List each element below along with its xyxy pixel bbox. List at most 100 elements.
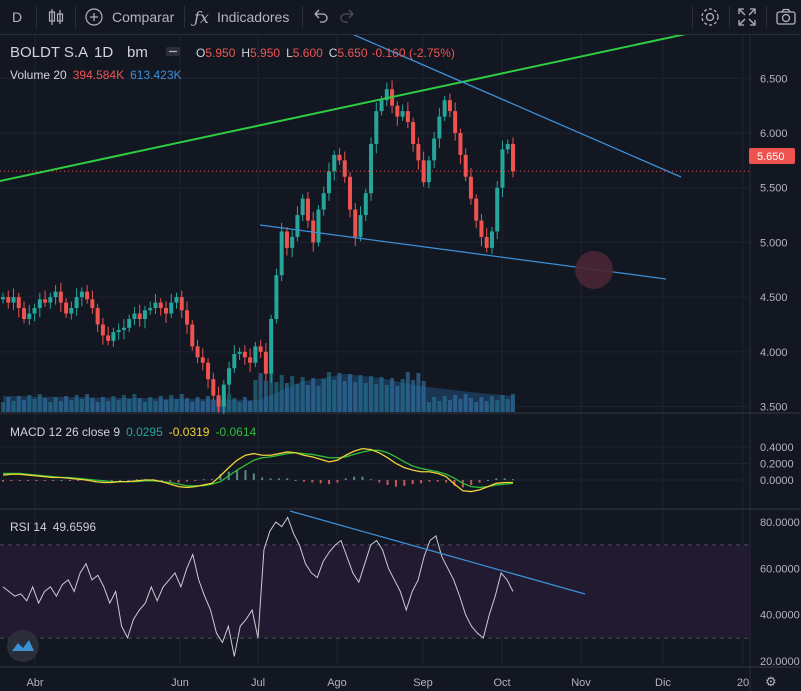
rsi-tick-label: 20.0000 <box>760 656 800 668</box>
candle-body <box>284 231 289 248</box>
legend-ohlc: O5.950 H5.950 L5.600 C5.650 -0.160 (-2.75%) <box>196 46 455 60</box>
tradingview-logo[interactable] <box>7 630 39 662</box>
candle-body <box>158 302 163 309</box>
settings-button[interactable] <box>699 0 721 34</box>
macd-histogram-bar <box>194 480 197 481</box>
candle-body <box>374 111 379 144</box>
candle-body <box>263 351 268 374</box>
macd-histogram-bar <box>60 480 63 481</box>
candle-body <box>163 308 168 314</box>
price-tag-text: 5.650 <box>757 151 785 163</box>
candle-body <box>437 116 442 139</box>
candle-body <box>342 160 347 177</box>
candle-body <box>463 154 468 177</box>
indicators-button[interactable]: ƒx Indicadores <box>194 0 289 34</box>
top-toolbar: D Comparar ƒx Indicadores <box>0 0 801 35</box>
candle-body <box>1 297 5 300</box>
macd-histogram-bar <box>110 480 113 481</box>
candle-body <box>53 291 58 298</box>
plus-circle-icon <box>85 8 103 26</box>
candle-body <box>353 209 358 237</box>
candle-body <box>32 308 37 314</box>
macd-histogram-bar <box>202 479 205 481</box>
macd-histogram-bar <box>286 478 289 480</box>
candle-body <box>363 193 368 216</box>
candle-body <box>121 327 126 330</box>
rsi-band <box>0 545 750 638</box>
rsi-tick-label: 80.0000 <box>760 517 800 529</box>
rsi-tick-label: 60.0000 <box>760 563 800 575</box>
candle-style-button[interactable] <box>46 0 66 34</box>
candle-body <box>232 354 237 369</box>
candle-body <box>111 332 116 341</box>
macd-histogram-bar <box>436 480 439 482</box>
candle-body <box>137 313 142 319</box>
compare-label: Comparar <box>112 9 175 25</box>
candle-body <box>400 111 405 117</box>
macd-tick-label: 0.2000 <box>760 459 794 471</box>
candle-body <box>132 313 137 319</box>
candle-body <box>11 297 16 303</box>
legend-rsi: RSI 14 49.6596 <box>10 520 96 534</box>
x-tick-label: Abr <box>26 677 43 689</box>
camera-icon <box>776 8 796 25</box>
macd-histogram-bar <box>386 480 389 485</box>
snapshot-button[interactable] <box>775 0 797 34</box>
macd-histogram-bar <box>27 480 30 481</box>
candle-body <box>174 297 179 303</box>
x-tick-label: Jul <box>251 677 265 689</box>
x-tick-label: Nov <box>571 677 591 689</box>
candle-body <box>348 176 353 210</box>
legend-scale: bm <box>127 44 148 61</box>
candle-body <box>279 231 284 276</box>
macd-histogram-bar <box>244 470 247 480</box>
candle-body <box>106 335 111 341</box>
macd-histogram-bar <box>269 478 272 480</box>
candles <box>0 80 750 415</box>
candle-body <box>16 297 21 309</box>
candle-body <box>458 133 463 155</box>
x-tick-label: 20 <box>737 677 749 689</box>
macd-histogram-bar <box>319 480 322 484</box>
redo-button[interactable] <box>339 0 357 34</box>
y-tick-label: 4.500 <box>760 292 788 304</box>
compare-button[interactable]: Comparar <box>84 0 174 34</box>
candle-body <box>90 299 95 309</box>
symbol-search-button[interactable]: D <box>12 0 22 34</box>
macd-histogram-bar <box>486 480 489 481</box>
undo-icon <box>314 9 328 23</box>
legend-macd: MACD 12 26 close 9 0.0295 -0.0319 -0.0614 <box>10 425 256 439</box>
candle-body <box>64 302 69 314</box>
candle-body <box>489 231 494 248</box>
candle-body <box>242 351 247 358</box>
candle-body <box>453 111 458 133</box>
rsi-tick-label: 40.0000 <box>760 610 800 622</box>
undo-button[interactable] <box>311 0 329 34</box>
candle-body <box>248 357 253 363</box>
candle-body <box>48 297 53 303</box>
candle-body <box>305 198 310 221</box>
fullscreen-button[interactable] <box>737 0 757 34</box>
candle-body <box>206 362 211 380</box>
candle-body <box>258 346 263 352</box>
candle-body <box>505 143 510 150</box>
macd-histogram-bar <box>328 480 331 485</box>
macd-histogram-bar <box>361 476 364 480</box>
macd-histogram-bar <box>403 480 406 486</box>
candle-body <box>326 171 331 194</box>
macd-tick-label: 0.0000 <box>760 475 794 487</box>
candle-body <box>185 310 190 325</box>
candle-body <box>79 291 84 298</box>
candle-body <box>479 220 484 237</box>
macd-histogram-bar <box>119 480 122 481</box>
chart-area[interactable]: Abr Jun Jul Ago Sep Oct Nov Dic 20 3.500 4.000 4.50… <box>0 35 801 691</box>
candle-body <box>227 368 232 385</box>
chart-settings-icon[interactable]: ⚙ <box>765 674 777 689</box>
candle-body <box>411 122 416 144</box>
x-tick-label: Jun <box>171 677 189 689</box>
macd-histogram-bar <box>169 480 172 482</box>
candle-body <box>221 384 226 407</box>
macd-histogram-bar <box>2 480 4 482</box>
x-tick-label: Dic <box>655 677 671 689</box>
candle-body <box>332 154 337 172</box>
